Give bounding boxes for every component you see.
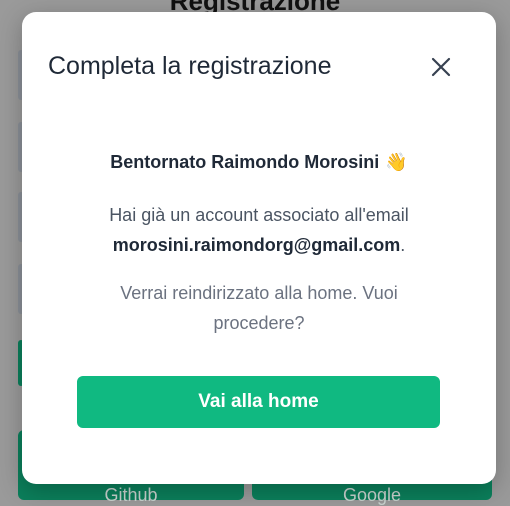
account-email: morosini.raimondorg@gmail.com [112, 235, 401, 255]
welcome-message: Bentornato Raimondo Morosini 👋 [22, 152, 496, 173]
background-github-label: Github [104, 485, 158, 505]
registration-modal: Completa la registrazione Bentornato Rai… [22, 12, 496, 484]
info-suffix: . [400, 235, 406, 255]
close-button[interactable] [426, 52, 456, 82]
redirect-notice: Verrai reindirizzato alla home. Vuoi pro… [120, 283, 398, 333]
background-google-label: Google [342, 485, 402, 505]
go-home-button[interactable]: Vai alla home [77, 376, 440, 428]
waving-hand-icon: 👋 [385, 152, 408, 172]
info-prefix: Hai già un account associato all'email [109, 205, 409, 225]
account-info-text: Hai già un account associato all'email m… [62, 200, 456, 260]
welcome-text: Bentornato Raimondo Morosini [110, 152, 380, 172]
close-icon [431, 57, 451, 77]
modal-title: Completa la registrazione [48, 52, 332, 80]
